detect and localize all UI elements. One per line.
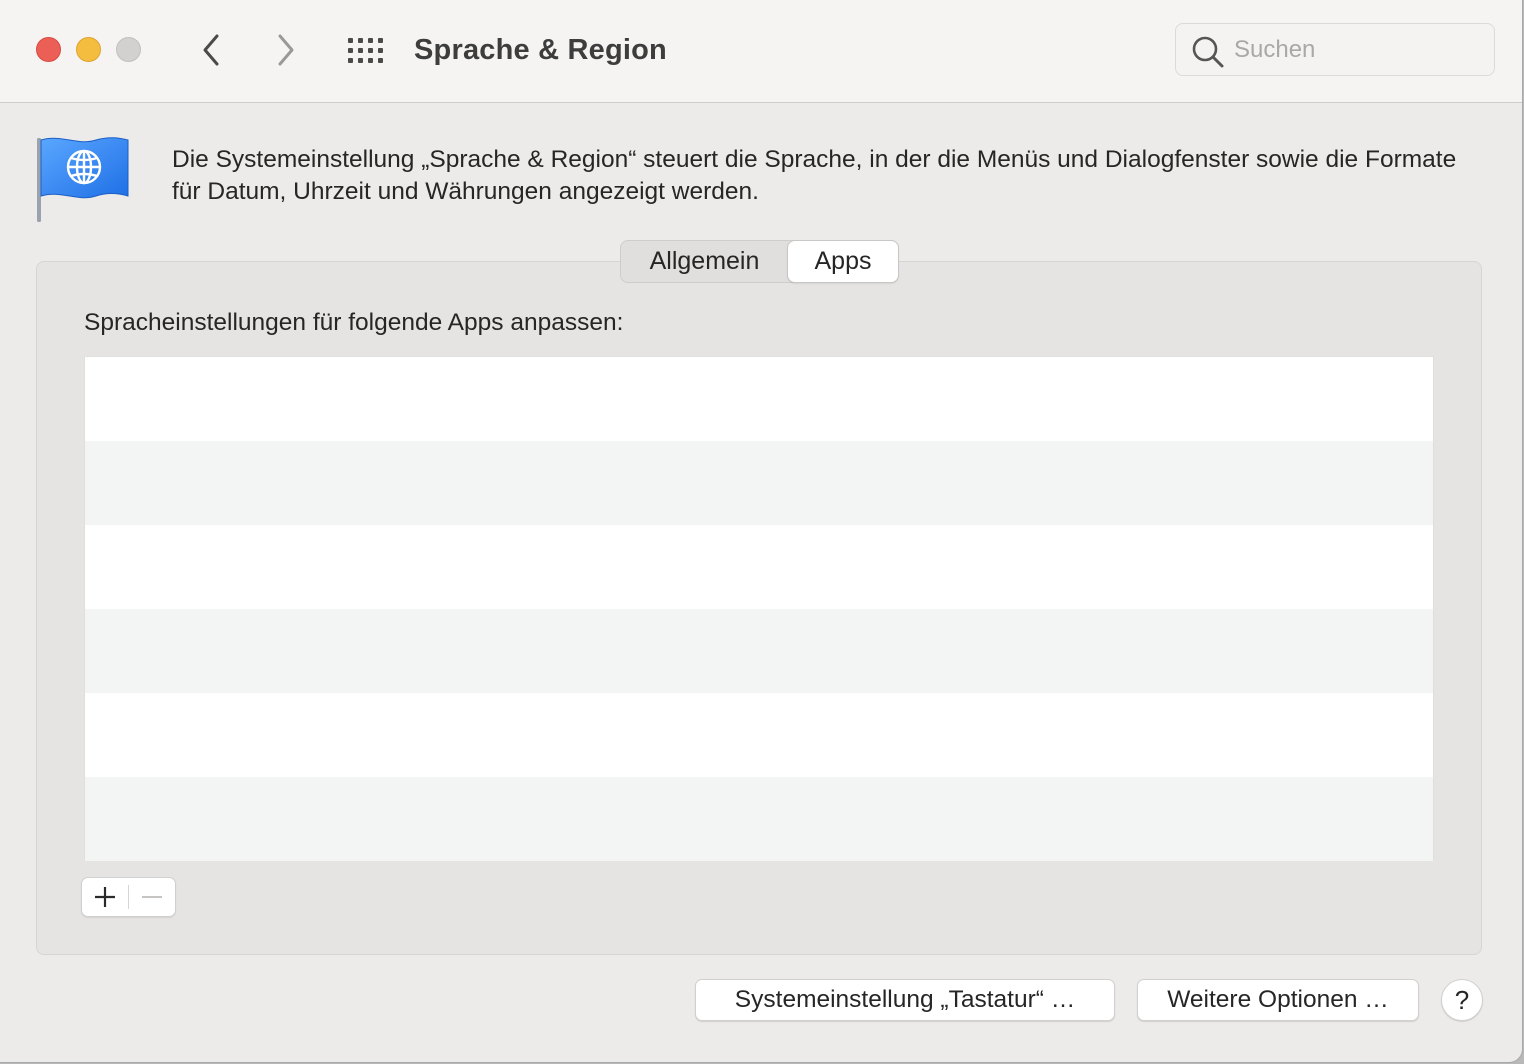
grid-icon [348, 38, 383, 63]
search-field[interactable] [1175, 23, 1495, 76]
zoom-button[interactable] [116, 37, 141, 62]
tab-apps[interactable]: Apps [788, 241, 898, 282]
more-options-button[interactable]: Weitere Optionen … [1137, 979, 1419, 1021]
search-icon [1192, 36, 1224, 68]
list-row [85, 777, 1433, 861]
chevron-left-icon [203, 34, 219, 66]
tab-control: Allgemein Apps [620, 240, 899, 283]
window-title: Sprache & Region [414, 34, 667, 66]
minimize-button[interactable] [76, 37, 101, 62]
show-all-button[interactable] [346, 34, 386, 66]
close-button[interactable] [36, 37, 61, 62]
list-row [85, 357, 1433, 441]
apps-list-heading: Spracheinstellungen für folgende Apps an… [84, 309, 624, 336]
toolbar: Sprache & Region [0, 0, 1522, 103]
remove-app-button[interactable] [129, 878, 175, 916]
list-row [85, 693, 1433, 777]
keyboard-preferences-button[interactable]: Systemeinstellung „Tastatur“ … [695, 979, 1115, 1021]
list-row [85, 609, 1433, 693]
flag-globe-icon [37, 137, 129, 222]
search-input[interactable] [1234, 32, 1484, 68]
forward-button[interactable] [268, 30, 304, 70]
chevron-right-icon [278, 34, 294, 66]
back-button[interactable] [193, 30, 229, 70]
add-remove-control [81, 877, 176, 917]
help-button[interactable]: ? [1441, 979, 1483, 1021]
add-app-button[interactable] [82, 878, 128, 916]
list-row [85, 525, 1433, 609]
apps-list[interactable] [84, 356, 1434, 861]
list-row [85, 441, 1433, 525]
tab-allgemein[interactable]: Allgemein [621, 241, 788, 282]
preferences-window: Sprache & Region Die Systemeinste [0, 0, 1523, 1063]
minus-icon [142, 896, 162, 898]
plus-icon [95, 887, 115, 907]
pane-description: Die Systemeinstellung „Sprache & Region“… [172, 146, 1457, 205]
